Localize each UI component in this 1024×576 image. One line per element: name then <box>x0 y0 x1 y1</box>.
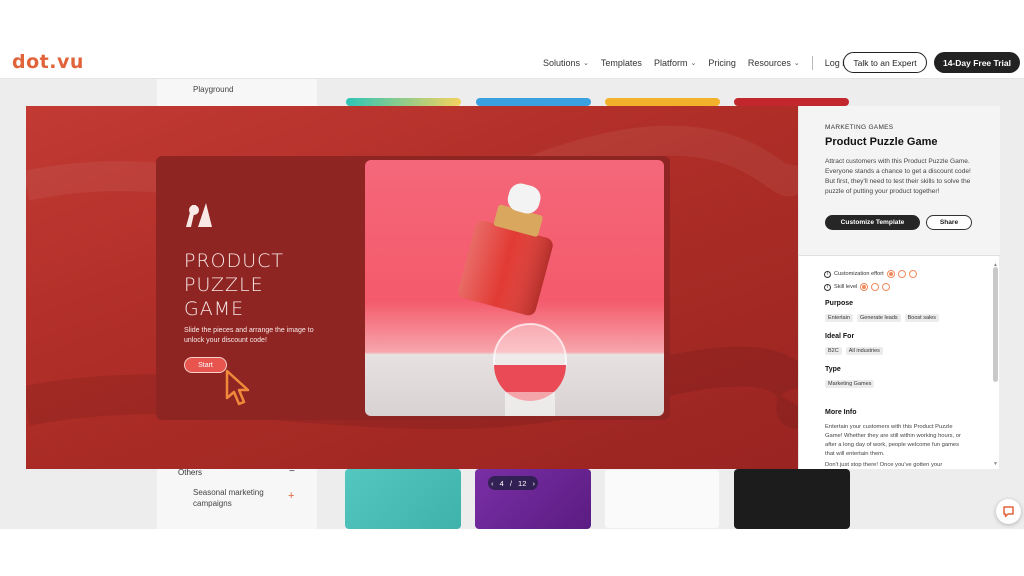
type-heading: Type <box>825 366 841 373</box>
template-card[interactable] <box>476 98 591 106</box>
chevron-down-icon: ⌄ <box>690 60 697 67</box>
tag[interactable]: Marketing Games <box>825 380 875 388</box>
customize-template-button[interactable]: Customize Template <box>825 215 920 230</box>
level-dot-empty <box>871 283 880 291</box>
ideal-for-tags: B2C All industries <box>825 347 883 355</box>
info-icon[interactable]: i <box>824 283 831 291</box>
type-tags: Marketing Games <box>825 380 875 388</box>
main-nav: Solutions ⌄ Templates Platform ⌄ Pricing R… <box>543 47 861 79</box>
more-info-text: Don't just stop there! Once you've gotte… <box>825 462 943 468</box>
nav-label: Templates <box>600 58 642 68</box>
template-title: Product Puzzle Game <box>825 136 938 148</box>
customization-effort-row: i Customization effort <box>824 270 917 278</box>
nav-label: Resources <box>747 58 791 68</box>
template-card[interactable] <box>605 98 720 106</box>
panel-header: MARKETING GAMES Product Puzzle Game Attr… <box>799 106 1000 256</box>
game-card: PRODUCT PUZZLE GAME Slide the pieces and… <box>156 156 670 420</box>
level-dot-empty <box>908 270 917 278</box>
nav-templates[interactable]: Templates <box>601 58 642 68</box>
chevron-down-icon: ⌄ <box>583 60 589 67</box>
scroll-down-icon[interactable]: ▼ <box>993 461 998 467</box>
nav-platform[interactable]: Platform ⌄ <box>654 58 696 68</box>
pager-total: 12 <box>518 478 527 488</box>
dotvu-logo[interactable]: dot.vu <box>12 51 84 73</box>
product-photo <box>365 160 664 416</box>
pointer-cursor-icon <box>225 369 250 406</box>
category-label: MARKETING GAMES <box>825 124 894 131</box>
pager-current: 4 <box>499 478 504 488</box>
template-description: Attract customers with this Product Puzz… <box>825 158 971 195</box>
template-details-panel: MARKETING GAMES Product Puzzle Game Attr… <box>798 106 1000 469</box>
tag[interactable]: Entertain <box>825 314 854 322</box>
scroll-thumb[interactable] <box>993 267 998 382</box>
game-logo-icon <box>186 203 212 227</box>
chevron-right-icon[interactable]: › <box>532 479 535 488</box>
ideal-for-heading: Ideal For <box>825 333 855 340</box>
sidebar-section-others[interactable]: Others <box>178 468 202 477</box>
nav-label: Platform <box>653 58 688 68</box>
carousel-pager[interactable]: ‹ 4 / 12 › <box>488 476 538 490</box>
sidebar-item-playground[interactable]: Playground <box>193 85 233 94</box>
level-dot-filled <box>860 283 869 291</box>
start-button[interactable]: Start <box>184 357 227 373</box>
game-title: PRODUCT PUZZLE GAME <box>184 250 285 320</box>
sidebar-item-seasonal[interactable]: Seasonal marketing campaigns <box>193 487 273 509</box>
skill-level-label: Skill level <box>834 284 858 290</box>
pager-separator: / <box>509 478 512 488</box>
purpose-tags: Entertain Generate leads Boost sales <box>825 314 940 322</box>
level-dot-empty <box>882 283 891 291</box>
nav-divider <box>811 56 813 70</box>
chat-icon <box>1003 506 1014 518</box>
info-icon[interactable]: i <box>824 270 831 278</box>
purpose-heading: Purpose <box>825 300 854 307</box>
template-card[interactable] <box>345 469 461 529</box>
expand-icon[interactable]: + <box>288 490 294 502</box>
share-button[interactable]: Share <box>926 215 972 230</box>
tag[interactable]: B2C <box>825 347 842 355</box>
level-dot-empty <box>897 270 906 278</box>
more-info-text: Entertain your customers with this Produ… <box>825 424 961 457</box>
nav-solutions[interactable]: Solutions ⌄ <box>543 58 589 68</box>
game-preview: PRODUCT PUZZLE GAME Slide the pieces and… <box>26 106 798 469</box>
game-description: Slide the pieces and arrange the image t… <box>184 327 314 344</box>
tag[interactable]: Generate leads <box>857 314 901 322</box>
chevron-down-icon: ⌄ <box>793 60 800 67</box>
top-navbar: dot.vu Solutions ⌄ Templates Platform ⌄ Pr… <box>0 47 1024 79</box>
template-card[interactable] <box>604 469 720 529</box>
panel-scrollbar[interactable]: ▲ ▼ <box>993 262 998 467</box>
nav-label: Pricing <box>708 58 736 68</box>
tag[interactable]: Boost sales <box>904 314 940 322</box>
template-card[interactable] <box>734 469 850 529</box>
template-card[interactable] <box>734 98 849 106</box>
serum-bottle-image <box>458 183 567 416</box>
level-dot-filled <box>886 270 895 278</box>
nav-pricing[interactable]: Pricing <box>708 58 736 68</box>
free-trial-button[interactable]: 14-Day Free Trial <box>934 52 1020 73</box>
nav-label: Solutions <box>543 58 581 68</box>
chat-button[interactable] <box>996 499 1021 524</box>
talk-to-expert-button[interactable]: Talk to an Expert <box>843 52 927 73</box>
more-info-heading: More Info <box>825 409 857 416</box>
tag[interactable]: All industries <box>845 347 883 355</box>
nav-resources[interactable]: Resources ⌄ <box>748 58 800 68</box>
template-preview-modal: PRODUCT PUZZLE GAME Slide the pieces and… <box>26 106 1000 469</box>
skill-level-row: i Skill level <box>824 283 891 291</box>
customization-effort-label: Customization effort <box>834 271 884 277</box>
template-card[interactable] <box>346 98 461 106</box>
chevron-left-icon[interactable]: ‹ <box>491 479 494 488</box>
